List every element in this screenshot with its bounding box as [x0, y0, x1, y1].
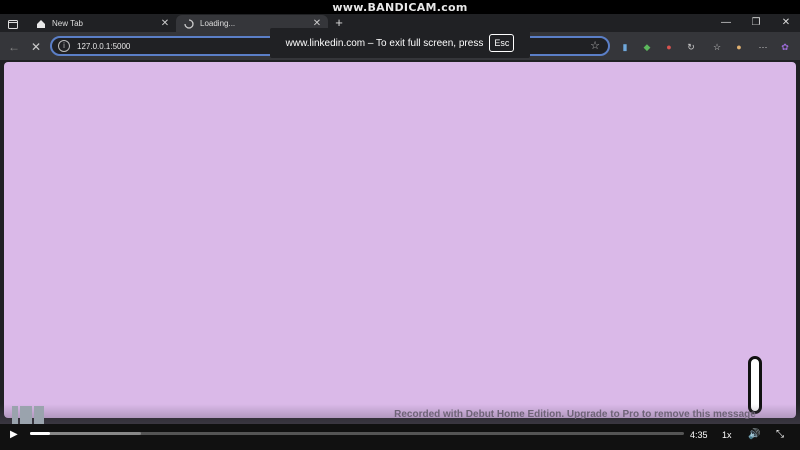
tab-title: Loading... — [200, 19, 236, 28]
profile-avatar-icon[interactable]: ● — [732, 40, 746, 54]
fullscreen-icon[interactable]: ⤡ — [776, 428, 784, 442]
back-button[interactable]: ← — [6, 39, 22, 55]
fullscreen-toast: www.linkedin.com – To exit full screen, … — [270, 28, 530, 58]
extension-red-icon[interactable]: ● — [662, 40, 676, 54]
close-window-button[interactable]: ✕ — [774, 16, 798, 30]
tab-new-tab[interactable]: New Tab ✕ — [28, 15, 176, 32]
loading-icon — [184, 18, 194, 29]
minimize-button[interactable]: — — [714, 16, 738, 30]
refresh-page-icon[interactable]: ↻ — [684, 40, 698, 54]
close-icon[interactable]: ✕ — [158, 18, 172, 29]
time-display: 4:35 — [690, 430, 708, 440]
watermark-text: www.BANDICAM.com — [332, 0, 468, 14]
url-text[interactable]: 127.0.0.1:5000 — [77, 42, 130, 51]
favorite-star-icon[interactable]: ☆ — [590, 39, 600, 52]
tab-title: New Tab — [52, 19, 83, 28]
debut-logo-icon — [12, 406, 46, 424]
wallet-icon[interactable]: ▮ — [618, 40, 632, 54]
page-viewport[interactable] — [4, 62, 796, 418]
fullscreen-message: www.linkedin.com – To exit full screen, … — [285, 37, 484, 49]
extension-green-icon[interactable]: ◆ — [640, 40, 654, 54]
favorites-icon[interactable]: ☆ — [710, 40, 724, 54]
play-button[interactable]: ▶ — [10, 428, 18, 442]
restore-button[interactable]: ❐ — [744, 16, 768, 30]
video-player-controls: ▶ 4:35 1x 🔊 ⤡ — [0, 424, 800, 450]
copilot-icon[interactable]: ✿ — [778, 40, 792, 54]
home-icon — [36, 19, 46, 29]
progress-bar[interactable] — [30, 432, 684, 435]
bandicam-watermark: www.BANDICAM.com — [0, 0, 800, 14]
volume-icon[interactable]: 🔊 — [748, 428, 760, 442]
more-icon[interactable]: ⋯ — [756, 40, 770, 54]
esc-key-badge: Esc — [489, 34, 515, 52]
speed-button[interactable]: 1x — [722, 428, 732, 442]
site-info-icon[interactable]: i — [58, 40, 70, 52]
tab-actions-icon[interactable] — [4, 16, 22, 32]
stop-loading-button[interactable]: ✕ — [28, 39, 44, 55]
progress-fill — [30, 432, 50, 435]
browser-window: New Tab ✕ Loading... ✕ + — ❐ ✕ ← ✕ i 127… — [0, 14, 800, 424]
recording-message: Recorded with Debut Home Edition. Upgrad… — [394, 409, 756, 420]
